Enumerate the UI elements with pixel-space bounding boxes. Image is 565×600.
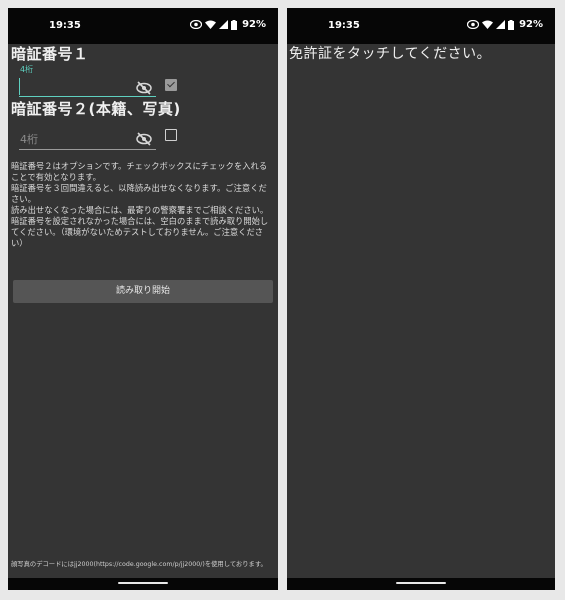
nfc-eye-icon	[190, 20, 203, 29]
battery-icon	[508, 19, 515, 30]
battery-percent: 92%	[242, 19, 266, 30]
touch-license-message: 免許証をタッチしてください。	[289, 46, 492, 62]
main-content: 暗証番号１ 4桁 暗証番号２(本籍、写真) 4桁 暗証番号２はオプションです。チ…	[8, 44, 278, 249]
pin2-underline	[19, 149, 156, 150]
main-content: 免許証をタッチしてください。	[287, 44, 555, 64]
start-reading-button[interactable]: 読み取り開始	[13, 280, 273, 303]
pin1-field[interactable]: 4桁	[8, 64, 278, 98]
pin1-floating-label: 4桁	[20, 65, 34, 74]
touch-license-screen: 19:35 92% 免許証をタッチしてください。	[287, 8, 555, 590]
status-time: 19:35	[328, 20, 360, 31]
wifi-icon	[205, 20, 217, 29]
navigation-bar	[287, 578, 555, 590]
signal-icon	[219, 20, 229, 29]
note-line: 暗証番号を設定されなかった場合には、空白のままで読み取り開始してください。（環境…	[11, 216, 269, 248]
home-handle[interactable]	[118, 582, 168, 584]
pin1-underline	[19, 96, 156, 97]
footer-note: 顔写真のデコードにはjj2000(https://code.google.com…	[11, 561, 267, 568]
note-line: 暗証番号２はオプションです。チェックボックスにチェックを入れることで有効となりま…	[11, 161, 268, 182]
pin2-field[interactable]: 4桁	[8, 119, 278, 159]
notes-text: 暗証番号２はオプションです。チェックボックスにチェックを入れることで有効となりま…	[8, 161, 278, 249]
home-handle[interactable]	[396, 582, 446, 584]
note-line: 読み出せなくなった場合には、最寄りの警察署までご相談ください。	[11, 205, 269, 215]
wifi-icon	[482, 20, 494, 29]
nfc-eye-icon	[467, 20, 480, 29]
pin-entry-screen: 19:35 92% 暗証番号１ 4桁 暗証番号２(本籍、写真) 4桁 暗証番号２…	[8, 8, 278, 590]
status-icons: 92%	[190, 19, 266, 30]
battery-icon	[231, 19, 238, 30]
pin1-cursor	[19, 78, 20, 95]
navigation-bar	[8, 578, 278, 590]
battery-percent: 92%	[519, 19, 543, 30]
note-line: 暗証番号を３回間違えると、以降読み出せなくなります。ご注意ください。	[11, 183, 267, 204]
visibility-off-icon[interactable]	[136, 132, 152, 146]
visibility-off-icon[interactable]	[136, 81, 152, 95]
status-time: 19:35	[49, 20, 81, 31]
pin2-checkbox[interactable]	[165, 129, 177, 141]
pin2-heading: 暗証番号２(本籍、写真)	[11, 100, 181, 118]
signal-icon	[496, 20, 506, 29]
status-icons: 92%	[467, 19, 543, 30]
status-bar: 19:35 92%	[8, 8, 278, 44]
pin1-heading: 暗証番号１	[11, 45, 89, 63]
pin1-checkbox[interactable]	[165, 79, 177, 91]
pin2-placeholder: 4桁	[20, 133, 38, 146]
status-bar: 19:35 92%	[287, 8, 555, 44]
